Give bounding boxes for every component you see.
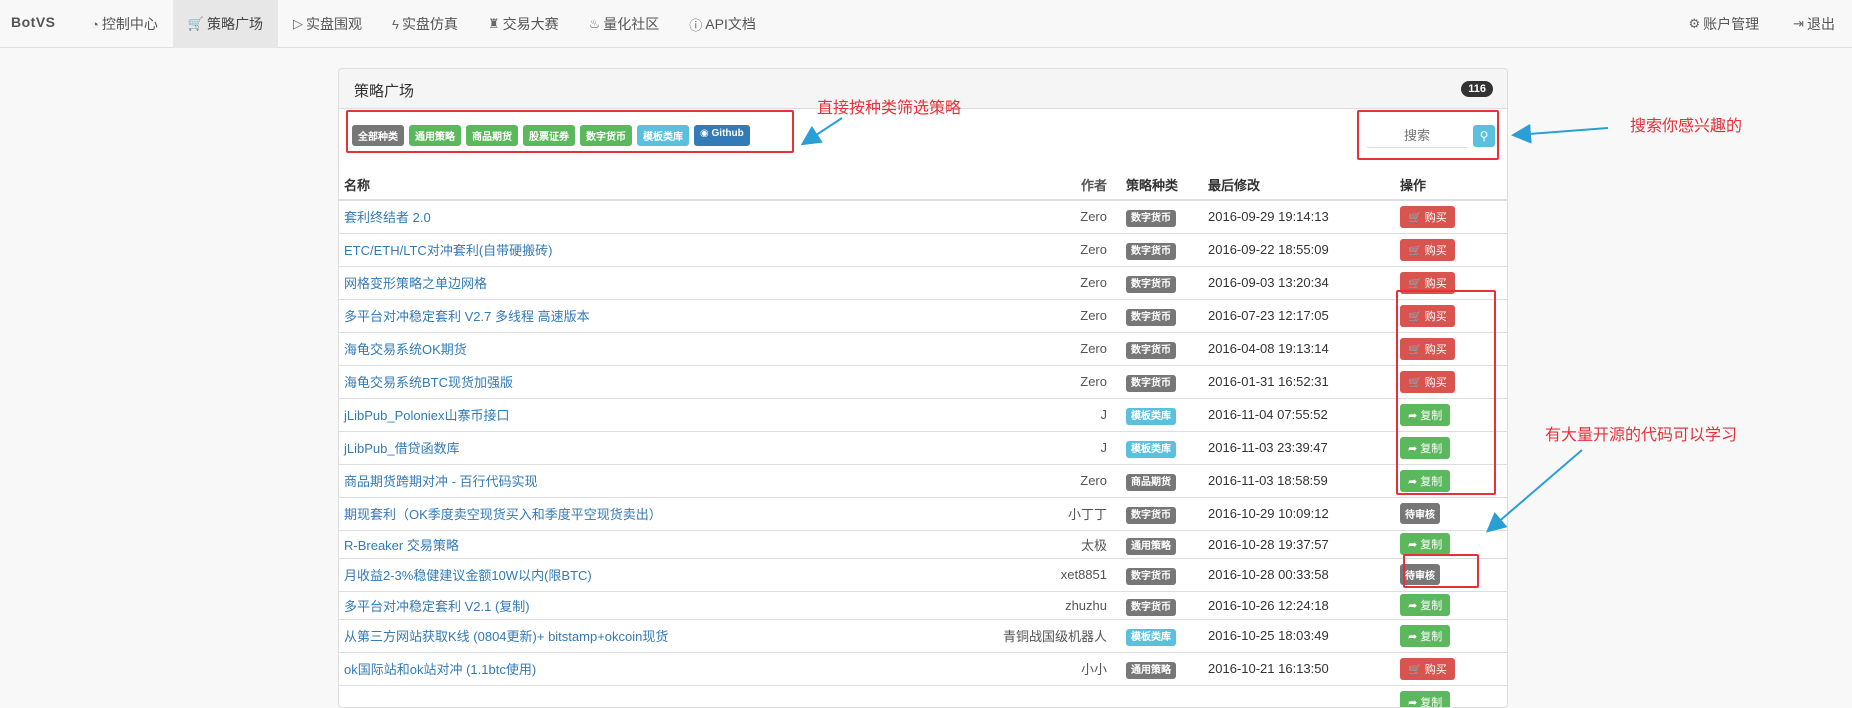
annotation-arrows bbox=[800, 117, 1609, 533]
search-arrow bbox=[1511, 123, 1609, 144]
share-icon: ➦ bbox=[1408, 696, 1421, 708]
filter-arrow bbox=[800, 117, 843, 146]
opensource-arrow bbox=[1485, 449, 1583, 533]
copy-button-label: 复制 bbox=[1420, 696, 1443, 708]
